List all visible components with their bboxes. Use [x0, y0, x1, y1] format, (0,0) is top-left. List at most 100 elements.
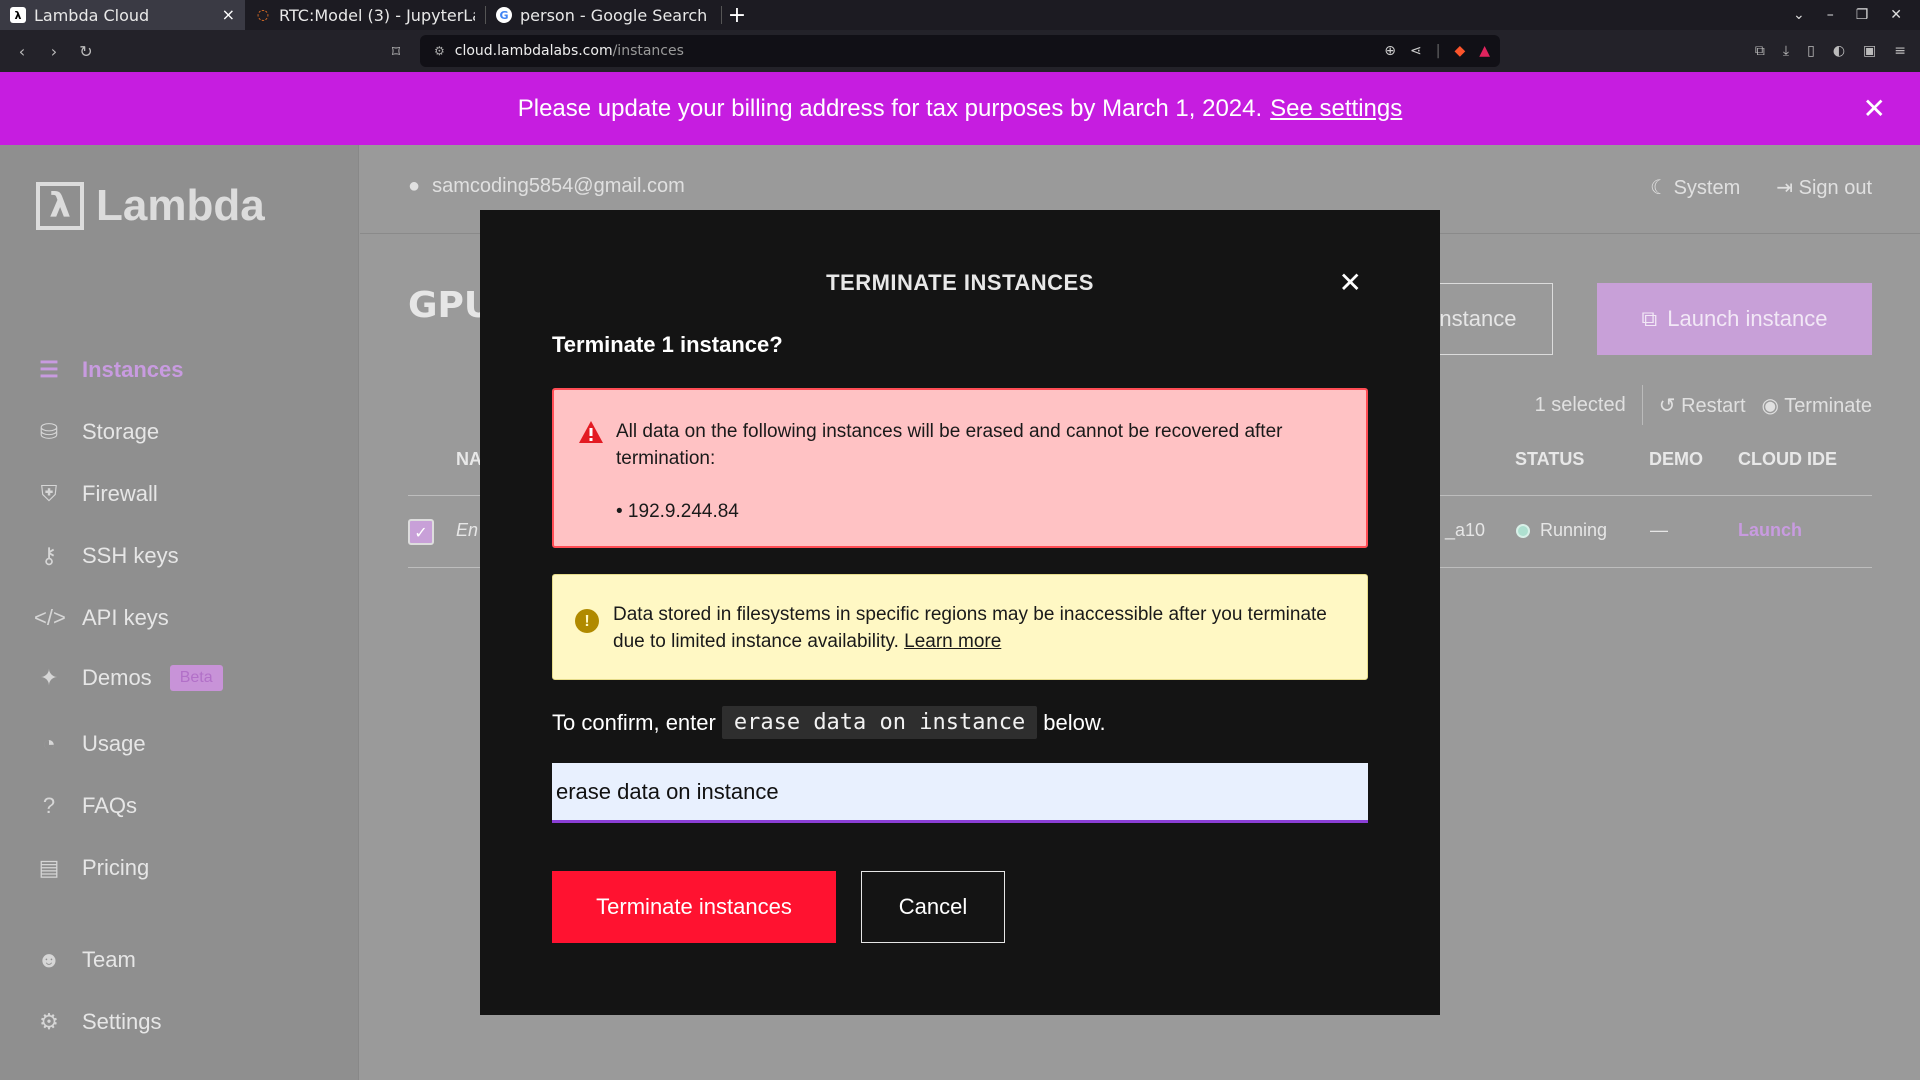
logo-text: Lambda	[96, 181, 265, 230]
minimize-icon[interactable]: –	[1827, 7, 1834, 23]
bookmark-icon[interactable]: ⌑	[380, 42, 412, 61]
brave-shield-icon[interactable]: ◆	[1454, 43, 1465, 59]
new-tab-button[interactable]: +	[722, 0, 752, 30]
tab-list-icon[interactable]: ⌄	[1793, 7, 1805, 23]
banner-text: Please update your billing address for t…	[517, 94, 1263, 122]
restart-button[interactable]: ↺ Restart	[1659, 393, 1746, 418]
sidebar-item-label: Firewall	[82, 481, 158, 506]
instance-ip: • 192.9.244.84	[616, 501, 739, 522]
brave-rewards-icon[interactable]: ▲	[1479, 43, 1490, 59]
column-header-cloud-ide[interactable]: CLOUD IDE	[1738, 449, 1837, 470]
learn-more-link[interactable]: Learn more	[904, 631, 1001, 652]
reload-icon[interactable]: ↻	[70, 42, 102, 61]
url-path: /instances	[612, 43, 684, 59]
theme-toggle[interactable]: ☾ System	[1650, 175, 1740, 200]
sidebar-item-label: Demos	[82, 665, 152, 690]
warning-triangle-icon	[579, 421, 603, 443]
sidebar-item-team[interactable]: ☻ Team	[34, 947, 136, 973]
close-modal-icon[interactable]: ✕	[1339, 266, 1362, 299]
sidebar-item-ssh-keys[interactable]: ⚷ SSH keys	[34, 543, 179, 569]
moon-icon: ☾	[1650, 177, 1669, 199]
restart-icon: ↺	[1658, 394, 1676, 417]
shield-icon: ⛨	[40, 481, 58, 506]
terminate-button[interactable]: ◉ Terminate	[1762, 393, 1872, 418]
launch-instance-button[interactable]: ⧉ Launch instance	[1597, 283, 1872, 355]
confirm-input[interactable]	[552, 763, 1368, 823]
close-banner-icon[interactable]: ✕	[1863, 92, 1886, 125]
url-divider: |	[1435, 43, 1441, 59]
sidebar-item-demos[interactable]: ✦ Demos Beta	[34, 665, 223, 691]
team-icon: ☻	[37, 947, 61, 972]
browser-tab-bar: λ Lambda Cloud × ◌ RTC:Model (3) - Jupyt…	[0, 0, 1920, 30]
close-window-icon[interactable]: ✕	[1890, 7, 1902, 23]
browser-tab-google[interactable]: G person - Google Search	[486, 0, 721, 30]
sparkle-icon: ✦	[39, 665, 59, 690]
sidebar-toggle-icon[interactable]: ▯	[1807, 43, 1815, 59]
user-email: samcoding5854@gmail.com	[432, 175, 685, 197]
browser-tab-jupyter[interactable]: ◌ RTC:Model (3) - JupyterLa	[245, 0, 485, 30]
see-settings-link[interactable]: See settings	[1270, 95, 1402, 123]
sidebar-item-label: Team	[82, 947, 136, 972]
lambda-logo[interactable]: λ Lambda	[36, 181, 265, 231]
sidebar-item-usage[interactable]: ◔ Usage	[34, 731, 145, 757]
sidebar-item-label: FAQs	[82, 793, 138, 818]
download-icon[interactable]: ⤓	[1783, 43, 1789, 59]
terminate-instances-button[interactable]: Terminate instances	[552, 871, 836, 943]
exclamation-icon: !	[575, 609, 599, 633]
user-icon: ●	[408, 175, 421, 197]
data-loss-text: All data on the following instances will…	[616, 421, 1283, 469]
share-icon[interactable]: ⋖	[1410, 43, 1422, 59]
terminate-modal: TERMINATE INSTANCES ✕ Terminate 1 instan…	[480, 210, 1440, 1015]
url-actions: ⊕ ⋖ | ◆ ▲	[1384, 35, 1490, 67]
beta-badge: Beta	[169, 665, 223, 691]
user-info: ● samcoding5854@gmail.com	[408, 175, 685, 198]
sidebar-item-settings[interactable]: ⚙ Settings	[34, 1009, 161, 1035]
lambda-logo-icon: λ	[10, 7, 26, 23]
column-header-status[interactable]: STATUS	[1515, 449, 1584, 470]
sidebar-item-instances[interactable]: ☰ Instances	[34, 357, 183, 383]
instance-type: _a10	[1445, 520, 1486, 540]
cloud-ide-launch-link[interactable]: Launch	[1738, 520, 1802, 541]
wallet-icon[interactable]: ▣	[1863, 43, 1876, 59]
zoom-icon[interactable]: ⊕	[1384, 43, 1396, 59]
code-icon: </>	[34, 605, 66, 630]
status-dot-icon	[1516, 524, 1530, 538]
stop-icon: ◉	[1761, 394, 1779, 417]
header-actions: ☾ System ⇥ Sign out	[1650, 175, 1872, 200]
question-icon: ?	[42, 793, 56, 818]
extensions-icon[interactable]: ⧉	[1755, 43, 1765, 59]
instance-demo: —	[1650, 520, 1668, 540]
address-bar[interactable]: ⚙ cloud.lambdalabs.com/instances ⊕ ⋖ | ◆…	[420, 35, 1500, 67]
sidebar-item-label: API keys	[82, 605, 169, 630]
data-loss-alert: All data on the following instances will…	[552, 388, 1368, 548]
sidebar-item-pricing[interactable]: ▤ Pricing	[34, 855, 150, 881]
filesystem-warning: ! Data stored in filesystems in specific…	[552, 574, 1368, 680]
lambda-logo-icon: λ	[36, 182, 84, 230]
column-header-demo[interactable]: DEMO	[1649, 449, 1703, 470]
maximize-icon[interactable]: ❐	[1856, 7, 1869, 23]
sidebar: λ Lambda ☰ Instances ⛁ Storage ⛨ Firewal…	[0, 145, 359, 1080]
tab-title: RTC:Model (3) - JupyterLa	[279, 5, 475, 25]
profile-avatar-icon[interactable]: ◐	[1833, 43, 1845, 59]
close-tab-icon[interactable]: ×	[222, 5, 235, 24]
confirm-instruction: To confirm, enter erase data on instance…	[552, 706, 1106, 739]
sidebar-item-label: Pricing	[82, 855, 150, 880]
sidebar-item-api-keys[interactable]: </> API keys	[34, 605, 169, 631]
money-icon: ▤	[38, 855, 60, 880]
back-icon[interactable]: ‹	[6, 42, 38, 61]
sidebar-item-firewall[interactable]: ⛨ Firewall	[34, 481, 158, 507]
database-icon: ⛁	[39, 419, 59, 444]
sidebar-item-storage[interactable]: ⛁ Storage	[34, 419, 159, 445]
sidebar-item-faqs[interactable]: ? FAQs	[34, 793, 137, 819]
column-header-name[interactable]: NA	[456, 449, 482, 470]
browser-tab-lambda[interactable]: λ Lambda Cloud ×	[0, 0, 245, 30]
cancel-button[interactable]: Cancel	[861, 871, 1005, 943]
confirm-phrase: erase data on instance	[721, 706, 1038, 739]
site-info-icon[interactable]: ⚙	[434, 44, 445, 58]
menu-icon[interactable]: ≡	[1894, 43, 1906, 59]
bulk-actions: 1 selected ↺ Restart ◉ Terminate	[1535, 385, 1872, 425]
sign-out-button[interactable]: ⇥ Sign out	[1776, 175, 1872, 200]
forward-icon[interactable]: ›	[38, 42, 70, 61]
instance-status: Running	[1516, 520, 1607, 541]
row-checkbox[interactable]: ✓	[408, 519, 434, 545]
